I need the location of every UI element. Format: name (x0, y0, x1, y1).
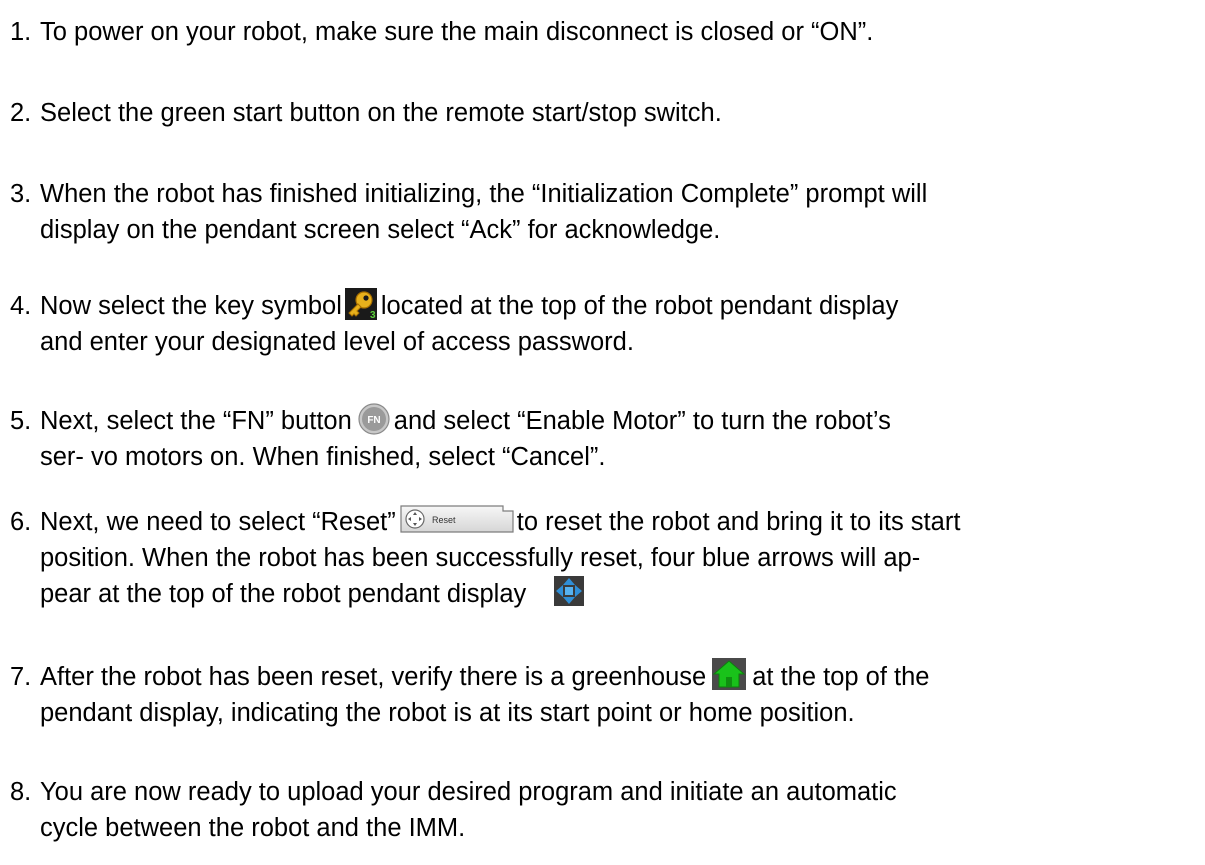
step-text: Next, we need to select “Reset” Reset to… (40, 504, 1200, 612)
step-line: position. When the robot has been succes… (40, 544, 921, 572)
step-line: and enter your designated level of acces… (40, 328, 634, 356)
instruction-list: 1. To power on your robot, make sure the… (0, 0, 1205, 865)
step-line: Next, select the “FN” button FN and sele… (40, 403, 1200, 439)
step-text-segment: located at the top of the robot pendant … (380, 292, 899, 320)
step-text: You are now ready to upload your desired… (40, 774, 1200, 846)
step-text-segment: to reset the robot and bring it to its s… (516, 508, 961, 536)
step-text: To power on your robot, make sure the ma… (40, 14, 1200, 50)
step-text-segment: pear at the top of the robot pendant dis… (40, 580, 527, 608)
step-line: cycle between the robot and the IMM. (40, 814, 466, 842)
step-text: Now select the key symbol 3 located at t… (40, 288, 1200, 360)
step-text: Next, select the “FN” button FN and sele… (40, 403, 1200, 475)
step-line: display on the pendant screen select “Ac… (40, 216, 721, 244)
step-number: 8. (10, 778, 32, 806)
step-text-segment: and select “Enable Motor” to turn the ro… (393, 407, 891, 435)
greenhouse-icon (712, 658, 747, 691)
step-number: 4. (10, 292, 32, 320)
fn-button-icon: FN (358, 403, 390, 435)
step-line: After the robot has been reset, verify t… (40, 658, 1200, 695)
step-number: 2. (10, 99, 32, 127)
step-number: 3. (10, 180, 32, 208)
step-line: You are now ready to upload your desired… (40, 778, 897, 806)
step-text: After the robot has been reset, verify t… (40, 658, 1200, 731)
step-text: When the robot has finished initializing… (40, 176, 1200, 248)
fn-button-label: FN (367, 415, 380, 426)
step-number: 5. (10, 407, 32, 435)
step-line: Select the green start button on the rem… (40, 99, 722, 127)
reset-button-icon: Reset (399, 503, 515, 535)
step-line: When the robot has finished initializing… (40, 180, 928, 208)
step-text-segment: After the robot has been reset, verify t… (40, 663, 707, 691)
step-line: Now select the key symbol 3 located at t… (40, 288, 1200, 324)
step-line: To power on your robot, make sure the ma… (40, 18, 874, 46)
step-number: 6. (10, 508, 32, 536)
step-line: Next, we need to select “Reset” Reset to… (40, 504, 1200, 540)
four-blue-arrows-icon (554, 576, 585, 607)
key-icon-badge: 3 (370, 310, 376, 320)
step-text-segment: Next, select the “FN” button (40, 407, 352, 435)
step-text-segment: at the top of the (752, 663, 930, 691)
step-line: pear at the top of the robot pendant dis… (40, 576, 1200, 612)
step-line: ser- vo motors on. When finished, select… (40, 443, 606, 471)
step-text-segment: Next, we need to select “Reset” (40, 508, 396, 536)
step-number: 1. (10, 18, 32, 46)
key-icon: 3 (344, 288, 377, 321)
step-line: pendant display, indicating the robot is… (40, 699, 855, 727)
reset-button-label: Reset (432, 515, 456, 525)
step-text: Select the green start button on the rem… (40, 95, 1200, 131)
step-text-segment: Now select the key symbol (40, 292, 342, 320)
step-number: 7. (10, 663, 32, 691)
